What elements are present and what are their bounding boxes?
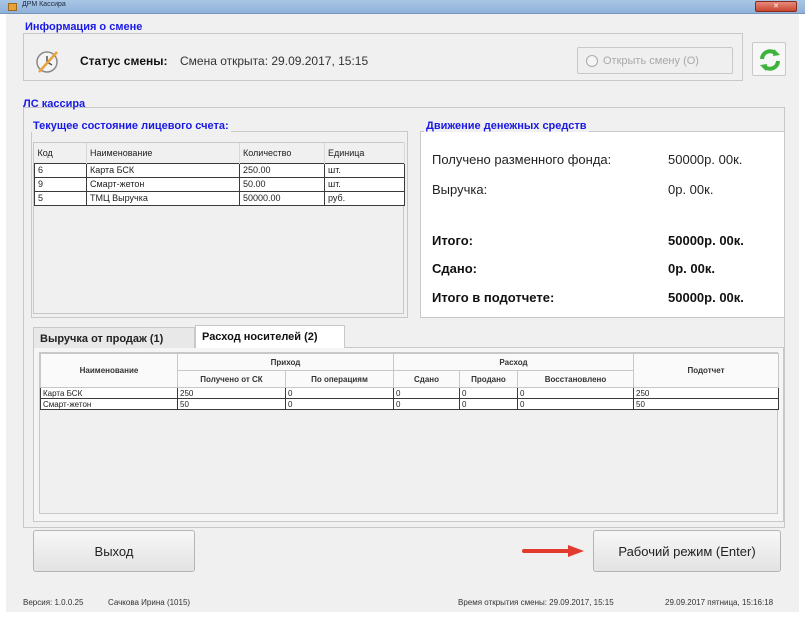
cell: 0 — [459, 387, 518, 399]
col-unit[interactable]: Единица — [324, 143, 405, 163]
cell: 250 — [177, 387, 286, 399]
table-row[interactable]: 6 Карта БСК 250.00 шт. — [34, 162, 405, 178]
col-group-expense[interactable]: Расход — [393, 353, 634, 371]
account-state-grid: Код Наименование Количество Единица 6 Ка… — [33, 142, 405, 314]
money-value: 0р. 00к. — [668, 261, 715, 276]
clock-icon — [36, 51, 58, 73]
cell: 50 — [177, 398, 286, 410]
col-quantity[interactable]: Количество — [239, 143, 325, 163]
money-value: 50000р. 00к. — [668, 152, 743, 167]
red-arrow-icon — [522, 545, 584, 557]
tab-sales-revenue[interactable]: Выручка от продаж (1) — [33, 327, 195, 348]
cell: 0 — [517, 398, 634, 410]
col-by-ops[interactable]: По операциям — [285, 370, 394, 388]
cell: 50000.00 — [239, 190, 325, 206]
cell: 5 — [34, 190, 87, 206]
money-label: Выручка: — [432, 182, 488, 197]
exit-button[interactable]: Выход — [33, 530, 195, 572]
col-code[interactable]: Код — [34, 143, 87, 163]
cell: 6 — [34, 162, 87, 178]
close-button[interactable]: ✕ — [755, 1, 797, 12]
app-window: ДРМ Кассира ✕ Информация о смене Статус … — [0, 0, 805, 618]
cell: 0 — [285, 387, 394, 399]
refresh-icon — [760, 49, 780, 71]
ls-section-title: ЛС кассира — [23, 98, 86, 110]
table-row[interactable]: 5 ТМЦ Выручка 50000.00 руб. — [34, 190, 405, 206]
cell: 50.00 — [239, 176, 325, 192]
account-state-title: Текущее состояние лицевого счета: — [31, 120, 231, 132]
media-grid: Наименование Приход Расход Подотчет Полу… — [39, 352, 779, 514]
refresh-button[interactable] — [752, 42, 786, 76]
col-name[interactable]: Наименование — [40, 353, 178, 388]
open-shift-icon — [586, 54, 598, 67]
version-text: Версия: 1.0.0.25 — [23, 598, 84, 607]
cell: Смарт-жетон — [40, 398, 178, 410]
cell: 0 — [393, 387, 460, 399]
col-report[interactable]: Подотчет — [633, 353, 779, 388]
money-label: Итого: — [432, 233, 473, 248]
table-row[interactable]: Смарт-жетон 50 0 0 0 0 50 — [40, 398, 779, 410]
money-label: Итого в подотчете: — [432, 290, 555, 305]
cell: руб. — [324, 190, 405, 206]
window-title: ДРМ Кассира — [22, 1, 66, 8]
shift-section-title: Информация о смене — [23, 21, 145, 33]
col-restored[interactable]: Восстановлено — [517, 370, 634, 388]
cell: 0 — [285, 398, 394, 410]
cell: 0 — [393, 398, 460, 410]
datetime-text: 29.09.2017 пятница, 15:16:18 — [665, 598, 774, 607]
money-label: Сдано: — [432, 261, 477, 276]
cell: 250.00 — [239, 162, 325, 178]
cell: 0 — [459, 398, 518, 410]
cell: шт. — [324, 162, 405, 178]
title-bar: ДРМ Кассира ✕ — [0, 0, 805, 14]
cell: 0 — [517, 387, 634, 399]
status-bar: Версия: 1.0.0.25 Сачкова Ирина (1015) Вр… — [23, 592, 793, 612]
work-mode-button[interactable]: Рабочий режим (Enter) — [593, 530, 781, 572]
col-name[interactable]: Наименование — [86, 143, 240, 163]
money-flow-title: Движение денежных средств — [424, 120, 589, 132]
app-icon — [8, 3, 17, 11]
open-shift-label: Открыть смену (O) — [603, 54, 699, 67]
tab-media-expense[interactable]: Расход носителей (2) — [195, 325, 345, 348]
table-row[interactable]: 9 Смарт-жетон 50.00 шт. — [34, 176, 405, 192]
money-value: 50000р. 00к. — [668, 290, 744, 305]
shift-open-time-text: Время открытия смены: 29.09.2017, 15:15 — [458, 598, 614, 607]
cell: Смарт-жетон — [86, 176, 240, 192]
shift-status-label: Статус смены: — [80, 54, 168, 68]
money-value: 0р. 00к. — [668, 182, 714, 197]
cell: Карта БСК — [40, 387, 178, 399]
col-group-income[interactable]: Приход — [177, 353, 394, 371]
user-text: Сачкова Ирина (1015) — [108, 598, 191, 607]
cell: ТМЦ Выручка — [86, 190, 240, 206]
cell: шт. — [324, 176, 405, 192]
table-row[interactable]: Карта БСК 250 0 0 0 0 250 — [40, 387, 779, 399]
shift-status-value: Смена открыта: 29.09.2017, 15:15 — [180, 54, 369, 68]
money-value: 50000р. 00к. — [668, 233, 744, 248]
col-handed[interactable]: Сдано — [393, 370, 460, 388]
cell: Карта БСК — [86, 162, 240, 178]
account-state-table: Код Наименование Количество Единица 6 Ка… — [34, 143, 405, 206]
col-sold[interactable]: Продано — [459, 370, 518, 388]
cell: 250 — [633, 387, 779, 399]
cell: 50 — [633, 398, 779, 410]
cell: 9 — [34, 176, 87, 192]
open-shift-button[interactable]: Открыть смену (O) — [577, 47, 733, 74]
col-received[interactable]: Получено от СК — [177, 370, 286, 388]
media-table: Наименование Приход Расход Подотчет Полу… — [40, 353, 779, 410]
money-label: Получено разменного фонда: — [432, 152, 612, 167]
